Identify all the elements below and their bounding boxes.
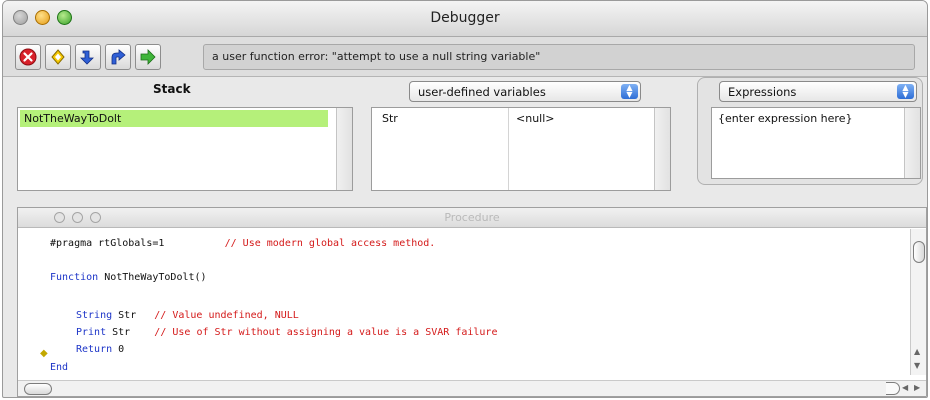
step-over-icon (140, 49, 156, 65)
code-keyword: Function (50, 272, 99, 283)
scroll-left-arrow-icon[interactable]: ◀ (902, 383, 908, 392)
debugger-window: Debugger a user function error: "attempt… (2, 0, 928, 398)
variable-name: Str (382, 112, 398, 125)
code-keyword: End (50, 362, 69, 373)
code-line: Return 0 (76, 344, 124, 355)
expressions-list[interactable]: {enter expression here} (711, 107, 921, 179)
code-keyword: Return (76, 344, 113, 355)
expression-input[interactable]: {enter expression here} (718, 112, 852, 125)
procedure-window: Procedure #pragma rtGlobals=1 // Use mod… (17, 207, 927, 397)
procedure-horizontal-scrollbar[interactable]: ◀ ▶ (18, 380, 926, 396)
scroll-thumb[interactable] (24, 383, 52, 395)
code-line: Print Str // Use of Str without assignin… (76, 327, 497, 338)
code-text: #pragma rtGlobals=1 (50, 238, 165, 249)
code-comment: // Use of Str without assigning a value … (154, 327, 498, 338)
program-counter-icon: ◆ (40, 348, 48, 359)
variables-scrollbar[interactable] (654, 108, 670, 190)
step-out-button[interactable] (105, 44, 131, 70)
run-button[interactable] (45, 44, 71, 70)
code-text: NotTheWayToDolt() (104, 272, 207, 283)
toolbar: a user function error: "attempt to use a… (3, 37, 927, 77)
scroll-up-arrow-icon[interactable]: ▲ (914, 347, 920, 356)
expressions-selector-label: Expressions (728, 85, 797, 99)
code-comment: // Use modern global access method. (224, 238, 436, 249)
diamond-icon (51, 49, 65, 65)
code-line: String Str // Value undefined, NULL (76, 310, 299, 321)
column-divider (508, 108, 509, 190)
code-text: Str (118, 310, 137, 321)
updown-arrows-icon: ▲ ▼ (897, 84, 914, 99)
scroll-down-arrow-icon[interactable]: ▼ (914, 361, 920, 370)
error-message: a user function error: "attempt to use a… (203, 44, 915, 70)
step-out-icon (111, 49, 126, 65)
code-line: #pragma rtGlobals=1 // Use modern global… (50, 238, 435, 249)
procedure-title-bar[interactable]: Procedure (18, 208, 926, 228)
procedure-vertical-scrollbar[interactable]: ▲ ▼ (910, 229, 926, 375)
window-title: Debugger (430, 10, 500, 26)
code-text: 0 (118, 344, 125, 355)
scroll-thumb[interactable] (913, 241, 925, 263)
code-keyword: Print (76, 327, 107, 338)
code-editor[interactable]: #pragma rtGlobals=1 // Use modern global… (18, 230, 908, 376)
code-line: End (50, 362, 68, 373)
variable-value[interactable]: <null> (516, 112, 555, 125)
code-line: Function NotTheWayToDolt() (50, 272, 207, 283)
expressions-scrollbar[interactable] (904, 108, 920, 178)
stack-scrollbar[interactable] (336, 108, 352, 190)
step-into-button[interactable] (75, 44, 101, 70)
stop-icon (19, 48, 37, 66)
step-into-icon (80, 50, 94, 65)
updown-arrows-icon: ▲ ▼ (621, 84, 638, 99)
variables-selector[interactable]: user-defined variables ▲ ▼ (409, 81, 641, 102)
stack-list[interactable]: NotTheWayToDolt (17, 107, 353, 191)
procedure-title: Procedure (444, 211, 500, 224)
title-bar[interactable]: Debugger (3, 1, 927, 37)
scroll-track-end (886, 382, 900, 395)
variables-selector-label: user-defined variables (418, 85, 546, 99)
variables-list[interactable]: Str <null> (371, 107, 671, 191)
code-text: Str (112, 327, 131, 338)
stack-title: Stack (153, 82, 191, 96)
code-comment: // Value undefined, NULL (154, 310, 299, 321)
stop-button[interactable] (15, 44, 41, 70)
expressions-selector[interactable]: Expressions ▲ ▼ (719, 81, 917, 102)
step-over-button[interactable] (135, 44, 161, 70)
code-keyword: String (76, 310, 113, 321)
stack-item[interactable]: NotTheWayToDolt (20, 110, 328, 127)
scroll-right-arrow-icon[interactable]: ▶ (914, 383, 920, 392)
